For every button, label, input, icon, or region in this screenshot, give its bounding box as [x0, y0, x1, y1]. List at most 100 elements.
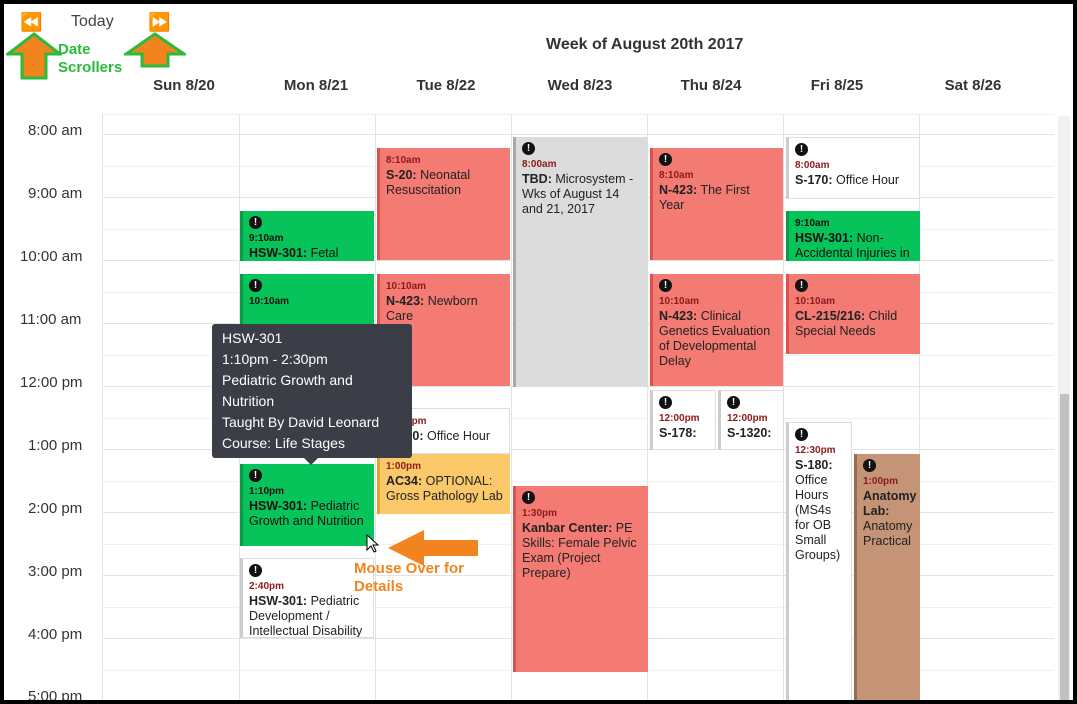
event-wed-800[interactable]: ! 8:00am TBD: Microsystem - Wks of Augus… [513, 137, 648, 387]
day-header-sat: Sat 8/26 [944, 77, 1002, 94]
event-time: 1:00pm [386, 461, 422, 472]
event-time: 10:10am [659, 296, 700, 307]
week-title: Week of August 20th 2017 [546, 36, 744, 53]
day-header-sun: Sun 8/20 [153, 77, 215, 94]
mouse-over-annotation: Mouse Over for Details [354, 560, 465, 595]
alert-icon: ! [795, 279, 808, 292]
time-label: 10:00 am [20, 248, 83, 265]
calendar-frame: ⏪ Today ⏩ Date Scrollers Week of August … [0, 0, 1077, 704]
date-scrollers-annotation: Date Scrollers [58, 41, 123, 76]
alert-icon: ! [795, 428, 808, 441]
event-mon-910[interactable]: ! 9:10am HSW-301: Fetal [240, 211, 374, 261]
tooltip-time-range: 1:10pm - 2:30pm [222, 351, 328, 367]
time-label: 11:00 am [20, 311, 82, 328]
event-fri-100[interactable]: ! 1:00pm Anatomy Lab: Anatomy Practical [854, 454, 920, 700]
event-time: 8:00am [522, 159, 557, 170]
alert-icon: ! [659, 279, 672, 292]
event-time: 10:10am [795, 296, 836, 307]
event-time: 9:10am [249, 233, 284, 244]
event-code: S-180: [795, 458, 833, 472]
next-week-button[interactable]: ⏩ [148, 12, 170, 33]
event-time: 12:00pm [727, 413, 768, 424]
event-title: Office Hour [427, 429, 491, 443]
alert-icon: ! [727, 396, 740, 409]
event-code: HSW-301: [795, 231, 854, 245]
day-header-wed: Wed 8/23 [547, 77, 613, 94]
event-time: 12:30pm [795, 445, 836, 456]
alert-icon: ! [249, 279, 262, 292]
event-thu-1200b[interactable]: ! 12:00pm S-1320: [718, 390, 784, 450]
alert-icon: ! [522, 491, 535, 504]
event-code: HSW-301: [249, 499, 308, 513]
event-code: HSW-301: [249, 594, 308, 608]
event-time: 8:10am [386, 155, 421, 166]
event-code: S-20: [386, 168, 417, 182]
day-header-thu: Thu 8/24 [680, 77, 742, 94]
event-title: Office Hour [836, 173, 900, 187]
alert-icon: ! [249, 469, 262, 482]
alert-icon: ! [249, 564, 262, 577]
tooltip-title: Pediatric Growth and Nutrition [222, 372, 353, 409]
time-label: 9:00 am [28, 185, 83, 202]
event-code: S-178: [659, 426, 697, 440]
event-mon-1010[interactable]: ! 10:10am [240, 274, 374, 324]
alert-icon: ! [795, 143, 808, 156]
prev-week-button[interactable]: ⏪ [20, 12, 42, 33]
event-time: 9:10am [795, 218, 830, 229]
event-code: CL-215/216: [795, 309, 866, 323]
event-time: 10:10am [249, 296, 290, 307]
event-time: 10:10am [386, 281, 427, 292]
alert-icon: ! [522, 142, 535, 155]
event-time: 1:30pm [522, 508, 558, 519]
event-code: N-423: [386, 294, 425, 308]
time-label: 8:00 am [28, 122, 83, 139]
tooltip-course: Course: Life Stages [222, 435, 345, 451]
event-mon-110[interactable]: ! 1:10pm HSW-301: Pediatric Growth and N… [240, 464, 374, 546]
event-fri-1010[interactable]: ! 10:10am CL-215/216: Child Special Need… [786, 274, 920, 354]
event-time: 2:40pm [249, 581, 285, 592]
alert-icon: ! [863, 459, 876, 472]
time-label: 12:00 pm [20, 374, 83, 391]
event-tue-810[interactable]: 8:10am S-20: Neonatal Resuscitation [377, 148, 510, 260]
event-code: TBD: [522, 172, 552, 186]
time-label: 3:00 pm [28, 563, 83, 580]
event-time: 1:10pm [249, 486, 285, 497]
event-time: 12:00pm [659, 413, 700, 424]
time-label: 1:00 pm [28, 437, 83, 454]
alert-icon: ! [659, 396, 672, 409]
event-fri-1230[interactable]: ! 12:30pm S-180: Office Hours (MS4s for … [786, 422, 852, 700]
event-time: 8:00am [795, 160, 830, 171]
event-wed-130[interactable]: ! 1:30pm Kanbar Center: PE Skills: Femal… [513, 486, 648, 672]
event-time: 1:00pm [863, 476, 899, 487]
event-code: S-1320: [727, 426, 772, 440]
time-label: 2:00 pm [28, 500, 83, 517]
event-tooltip: HSW-301 1:10pm - 2:30pm Pediatric Growth… [212, 324, 412, 465]
alert-icon: ! [659, 153, 672, 166]
event-title: Fetal [310, 246, 339, 260]
event-code: N-423: [659, 309, 698, 323]
event-fri-910[interactable]: 9:10am HSW-301: Non-Accidental Injuries … [786, 211, 920, 261]
event-code: HSW-301: [249, 246, 308, 260]
scrollbar-thumb[interactable] [1060, 394, 1069, 700]
event-thu-810[interactable]: ! 8:10am N-423: The First Year [650, 148, 783, 260]
event-code: S-170: [795, 173, 833, 187]
tooltip-instructor: Taught By David Leonard [222, 414, 380, 430]
day-header-tue: Tue 8/22 [416, 77, 476, 94]
event-fri-800[interactable]: ! 8:00am S-170: Office Hour [786, 137, 920, 199]
day-header-mon: Mon 8/21 [283, 77, 349, 94]
event-code: Anatomy Lab: [863, 489, 917, 518]
event-code: AC34: [386, 474, 423, 488]
event-title: Office Hours (MS4s for OB Small Groups) [795, 473, 841, 562]
up-arrow-icon [6, 32, 62, 80]
event-thu-1200a[interactable]: ! 12:00pm S-178: [650, 390, 716, 450]
event-thu-1010[interactable]: ! 10:10am N-423: Clinical Genetics Evalu… [650, 274, 783, 386]
today-button[interactable]: Today [71, 13, 114, 31]
event-tue-100[interactable]: 1:00pm AC34: OPTIONAL: Gross Pathology L… [377, 454, 510, 514]
event-title: Anatomy Practical [863, 519, 913, 548]
time-label: 4:00 pm [28, 626, 83, 643]
alert-icon: ! [249, 216, 262, 229]
event-code: Kanbar Center: [522, 521, 613, 535]
day-header-fri: Fri 8/25 [810, 77, 864, 94]
mouse-cursor-icon [366, 534, 380, 553]
event-code: N-423: [659, 183, 698, 197]
